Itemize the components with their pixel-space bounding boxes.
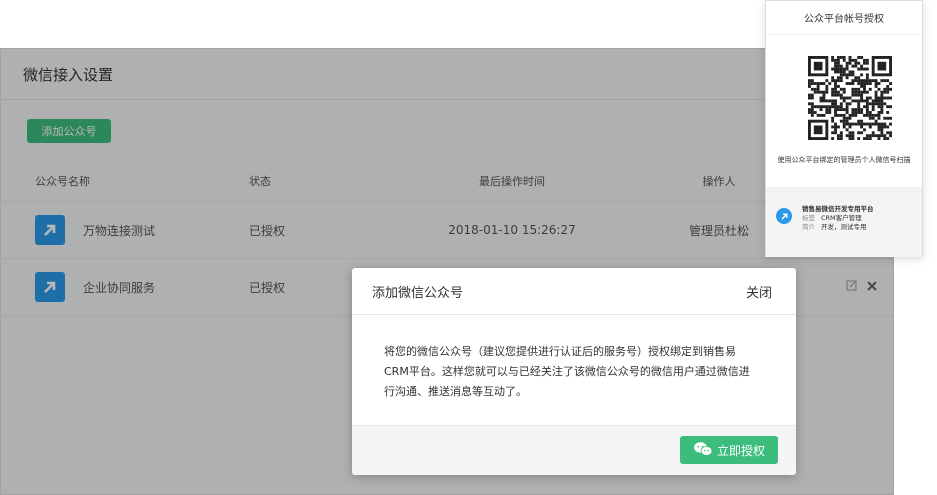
wechat-icon	[693, 441, 713, 460]
arrow-up-right-icon	[776, 208, 792, 224]
popup-title: 公众平台帐号授权	[766, 1, 922, 35]
dialog-footer: 立即授权	[352, 425, 796, 475]
tag-value: CRM客户管理	[821, 214, 862, 222]
close-button[interactable]: 关闭	[746, 282, 772, 301]
authorize-label: 立即授权	[716, 443, 765, 458]
dialog-body: 将您的微信公众号（建议您提供进行认证后的服务号）授权绑定到销售易 CRM平台。这…	[352, 315, 796, 402]
dialog-text-line: CRM平台。这样您就可以与已经关注了该微信公众号的微信用户通过微信进	[384, 365, 750, 378]
app-name: 销售易微信开发专用平台	[802, 205, 874, 213]
add-account-dialog: 添加微信公众号 关闭 将您的微信公众号（建议您提供进行认证后的服务号）授权绑定到…	[352, 268, 796, 475]
qr-code	[808, 56, 892, 140]
authorize-popup: 公众平台帐号授权 使用公众平台绑定的管理员个人微信号扫描 销售易微信开发专用平台…	[765, 0, 923, 257]
intro-label: 简介	[802, 223, 815, 231]
popup-tip: 使用公众平台绑定的管理员个人微信号扫描	[777, 156, 911, 164]
dialog-text-line: 行沟通、推送消息等互动了。	[384, 385, 527, 398]
tag-label: 标签	[802, 214, 815, 222]
popup-app-info: 销售易微信开发专用平台 标签 CRM客户管理 简介 开发，测试专用	[766, 187, 922, 257]
dialog-text-line: 将您的微信公众号（建议您提供进行认证后的服务号）授权绑定到销售易	[384, 345, 736, 358]
intro-value: 开发，测试专用	[821, 223, 867, 231]
authorize-button[interactable]: 立即授权	[680, 436, 778, 464]
dialog-title: 添加微信公众号	[372, 285, 464, 301]
